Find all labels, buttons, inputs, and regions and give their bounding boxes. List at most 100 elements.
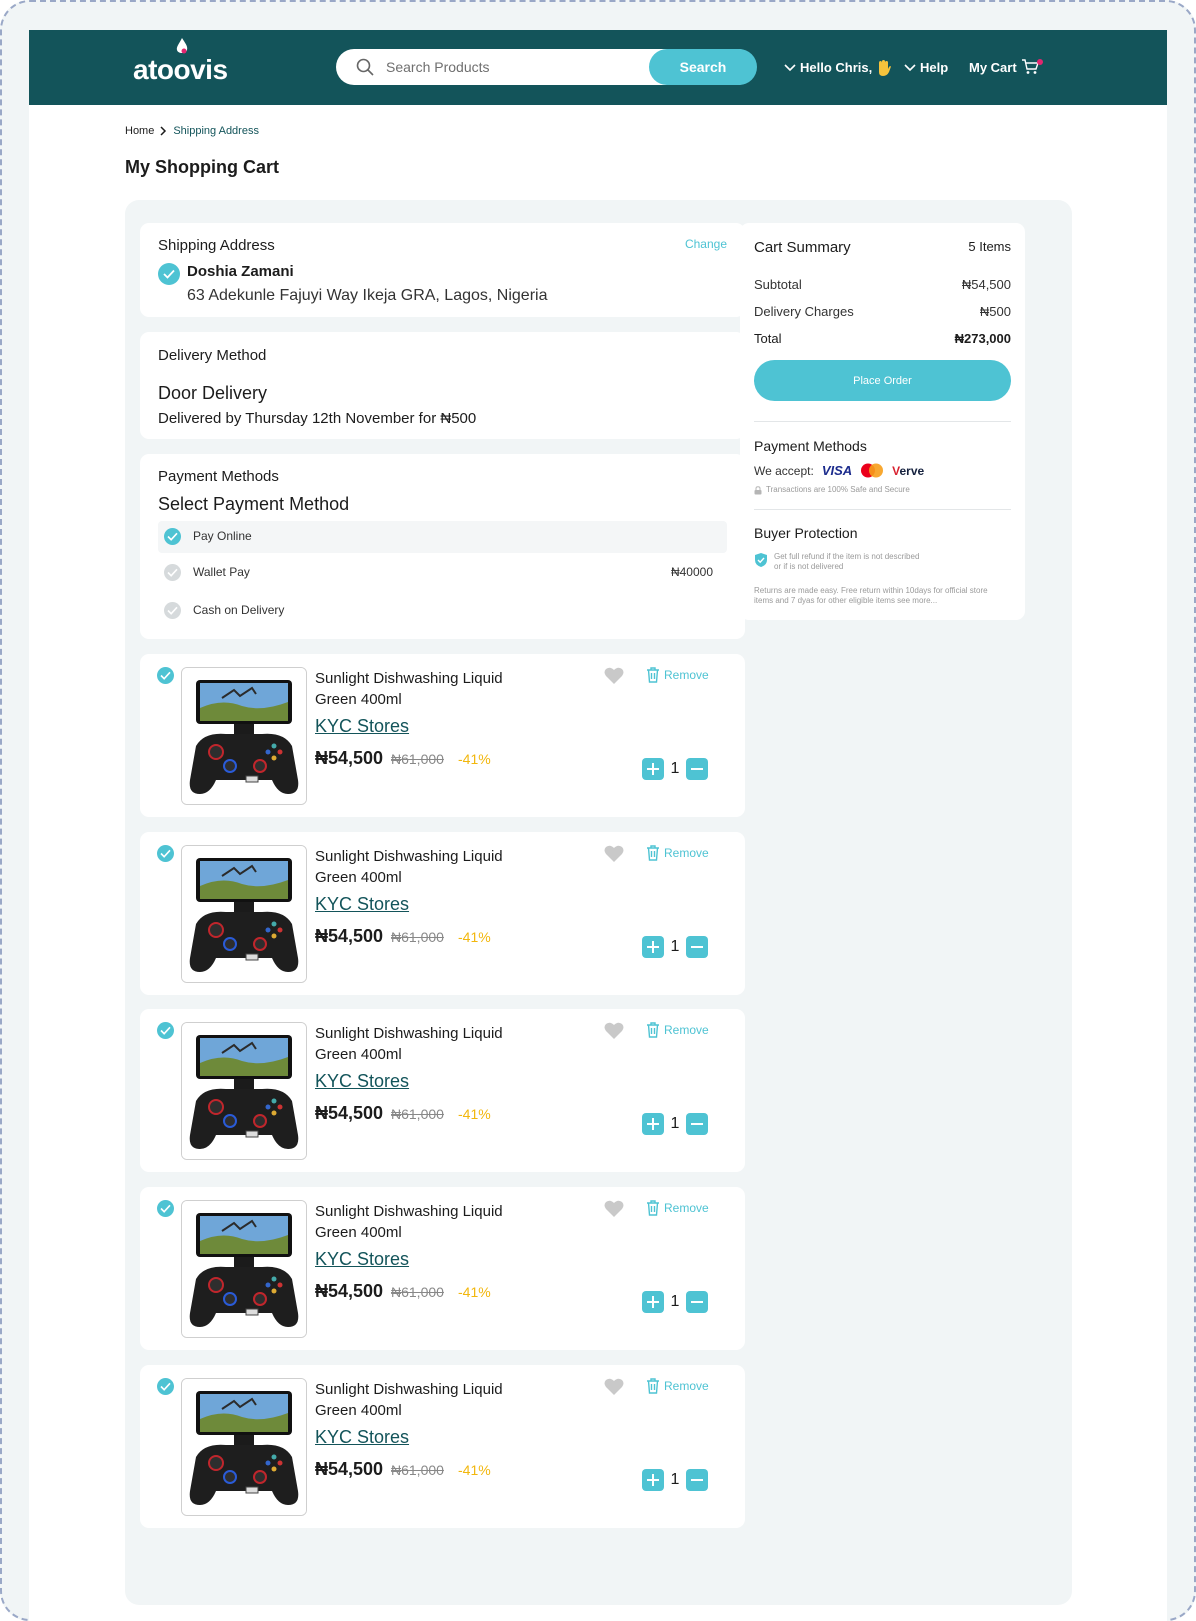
store-link[interactable]: KYC Stores — [315, 716, 409, 737]
cart-item: Sunlight Dishwashing Liquid Green 400ml … — [140, 1187, 745, 1350]
original-price: ₦61,000 — [391, 1462, 444, 1478]
product-name[interactable]: Sunlight Dishwashing Liquid Green 400ml — [315, 1201, 535, 1243]
increase-quantity-button[interactable] — [642, 1291, 664, 1313]
delivery-charges-row: Delivery Charges ₦500 — [754, 304, 1011, 319]
logo[interactable]: atoovis — [133, 38, 228, 90]
plus-icon — [647, 941, 659, 953]
product-name[interactable]: Sunlight Dishwashing Liquid Green 400ml — [315, 1023, 535, 1065]
product-name[interactable]: Sunlight Dishwashing Liquid Green 400ml — [315, 668, 535, 710]
remove-button[interactable]: Remove — [646, 845, 709, 861]
greeting-text: Hello Chris, — [800, 60, 873, 75]
cart-item: Sunlight Dishwashing Liquid Green 400ml … — [140, 1365, 745, 1528]
product-name[interactable]: Sunlight Dishwashing Liquid Green 400ml — [315, 1379, 535, 1421]
total-row: Total ₦273,000 — [754, 331, 1011, 346]
account-menu[interactable]: Hello Chris, — [784, 58, 892, 78]
payment-option-wallet-pay[interactable]: Wallet Pay ₦40000 — [158, 557, 727, 589]
help-menu[interactable]: Help — [904, 58, 948, 78]
product-price: ₦54,500 — [315, 1459, 384, 1479]
discount-badge: -41% — [458, 929, 491, 945]
product-image — [182, 846, 306, 982]
change-address-link[interactable]: Change — [685, 237, 727, 251]
product-image-frame[interactable] — [181, 1200, 307, 1338]
heart-icon[interactable] — [604, 667, 624, 685]
item-select-checkbox[interactable] — [157, 1022, 174, 1039]
original-price: ₦61,000 — [391, 1106, 444, 1122]
product-image-frame[interactable] — [181, 1022, 307, 1160]
payment-label: Payment Methods — [158, 468, 279, 485]
decrease-quantity-button[interactable] — [686, 1469, 708, 1491]
remove-button[interactable]: Remove — [646, 667, 709, 683]
remove-button[interactable]: Remove — [646, 1200, 709, 1216]
store-link[interactable]: KYC Stores — [315, 1427, 409, 1448]
item-select-checkbox[interactable] — [157, 667, 174, 684]
remove-button[interactable]: Remove — [646, 1378, 709, 1394]
heart-icon[interactable] — [604, 1022, 624, 1040]
decrease-quantity-button[interactable] — [686, 936, 708, 958]
decrease-quantity-button[interactable] — [686, 1291, 708, 1313]
discount-badge: -41% — [458, 1462, 491, 1478]
subtotal-value: ₦54,500 — [961, 277, 1011, 292]
original-price: ₦61,000 — [391, 929, 444, 945]
logo-flame-icon — [176, 38, 188, 54]
minus-icon — [691, 1479, 703, 1481]
heart-icon[interactable] — [604, 845, 624, 863]
increase-quantity-button[interactable] — [642, 1113, 664, 1135]
decrease-quantity-button[interactable] — [686, 758, 708, 780]
payment-methods-card: Payment Methods Select Payment Method Pa… — [140, 454, 745, 639]
search-input[interactable] — [386, 49, 676, 85]
product-name[interactable]: Sunlight Dishwashing Liquid Green 400ml — [315, 846, 535, 888]
increase-quantity-button[interactable] — [642, 1469, 664, 1491]
product-image-frame[interactable] — [181, 667, 307, 805]
decrease-quantity-button[interactable] — [686, 1113, 708, 1135]
payment-option-cash-on-delivery[interactable]: Cash on Delivery — [158, 595, 727, 627]
shield-check-icon — [755, 553, 767, 567]
breadcrumb-current[interactable]: Shipping Address — [173, 125, 259, 137]
top-header: atoovis Search Hello Chris, Help — [29, 30, 1167, 105]
remove-button[interactable]: Remove — [646, 1022, 709, 1038]
product-price: ₦54,500 — [315, 926, 384, 946]
original-price: ₦61,000 — [391, 751, 444, 767]
shipping-address-card: Shipping Address Change Doshia Zamani 63… — [140, 223, 745, 317]
payment-title: Select Payment Method — [158, 494, 350, 514]
check-circle-icon — [158, 263, 180, 285]
product-image-frame[interactable] — [181, 845, 307, 983]
increase-quantity-button[interactable] — [642, 758, 664, 780]
discount-badge: -41% — [458, 1284, 491, 1300]
cart-label: My Cart — [969, 60, 1017, 75]
plus-icon — [647, 763, 659, 775]
item-select-checkbox[interactable] — [157, 1200, 174, 1217]
heart-icon[interactable] — [604, 1378, 624, 1396]
product-price: ₦54,500 — [315, 1281, 384, 1301]
heart-icon[interactable] — [604, 1200, 624, 1218]
store-link[interactable]: KYC Stores — [315, 1249, 409, 1270]
quantity-value: 1 — [670, 760, 680, 777]
logo-text: atoovis — [133, 54, 228, 85]
product-image-frame[interactable] — [181, 1378, 307, 1516]
place-order-button[interactable]: Place Order — [754, 360, 1011, 401]
store-link[interactable]: KYC Stores — [315, 894, 409, 915]
remove-label: Remove — [664, 1201, 709, 1215]
item-select-checkbox[interactable] — [157, 845, 174, 862]
payment-option-pay-online[interactable]: Pay Online — [158, 521, 727, 553]
remove-label: Remove — [664, 1023, 709, 1037]
radio-unchecked-icon — [164, 564, 181, 581]
total-value: ₦273,000 — [954, 331, 1011, 346]
subtotal-label: Subtotal — [754, 277, 802, 292]
product-price: ₦54,500 — [315, 1103, 384, 1123]
cart-badge-dot — [1036, 59, 1043, 65]
discount-badge: -41% — [458, 1106, 491, 1122]
mastercard-logo-icon — [861, 463, 884, 478]
increase-quantity-button[interactable] — [642, 936, 664, 958]
product-image — [182, 1379, 306, 1515]
search-button[interactable]: Search — [649, 49, 757, 85]
breadcrumb-home[interactable]: Home — [125, 125, 154, 137]
store-link[interactable]: KYC Stores — [315, 1071, 409, 1092]
plus-icon — [647, 1474, 659, 1486]
minus-icon — [691, 946, 703, 948]
my-cart-link[interactable]: My Cart — [969, 58, 1043, 78]
delivery-detail: Delivered by Thursday 12th November for … — [158, 410, 477, 427]
radio-checked-icon — [164, 528, 181, 545]
item-select-checkbox[interactable] — [157, 1378, 174, 1395]
visa-logo: VISA — [821, 463, 853, 478]
quantity-value: 1 — [670, 938, 680, 955]
